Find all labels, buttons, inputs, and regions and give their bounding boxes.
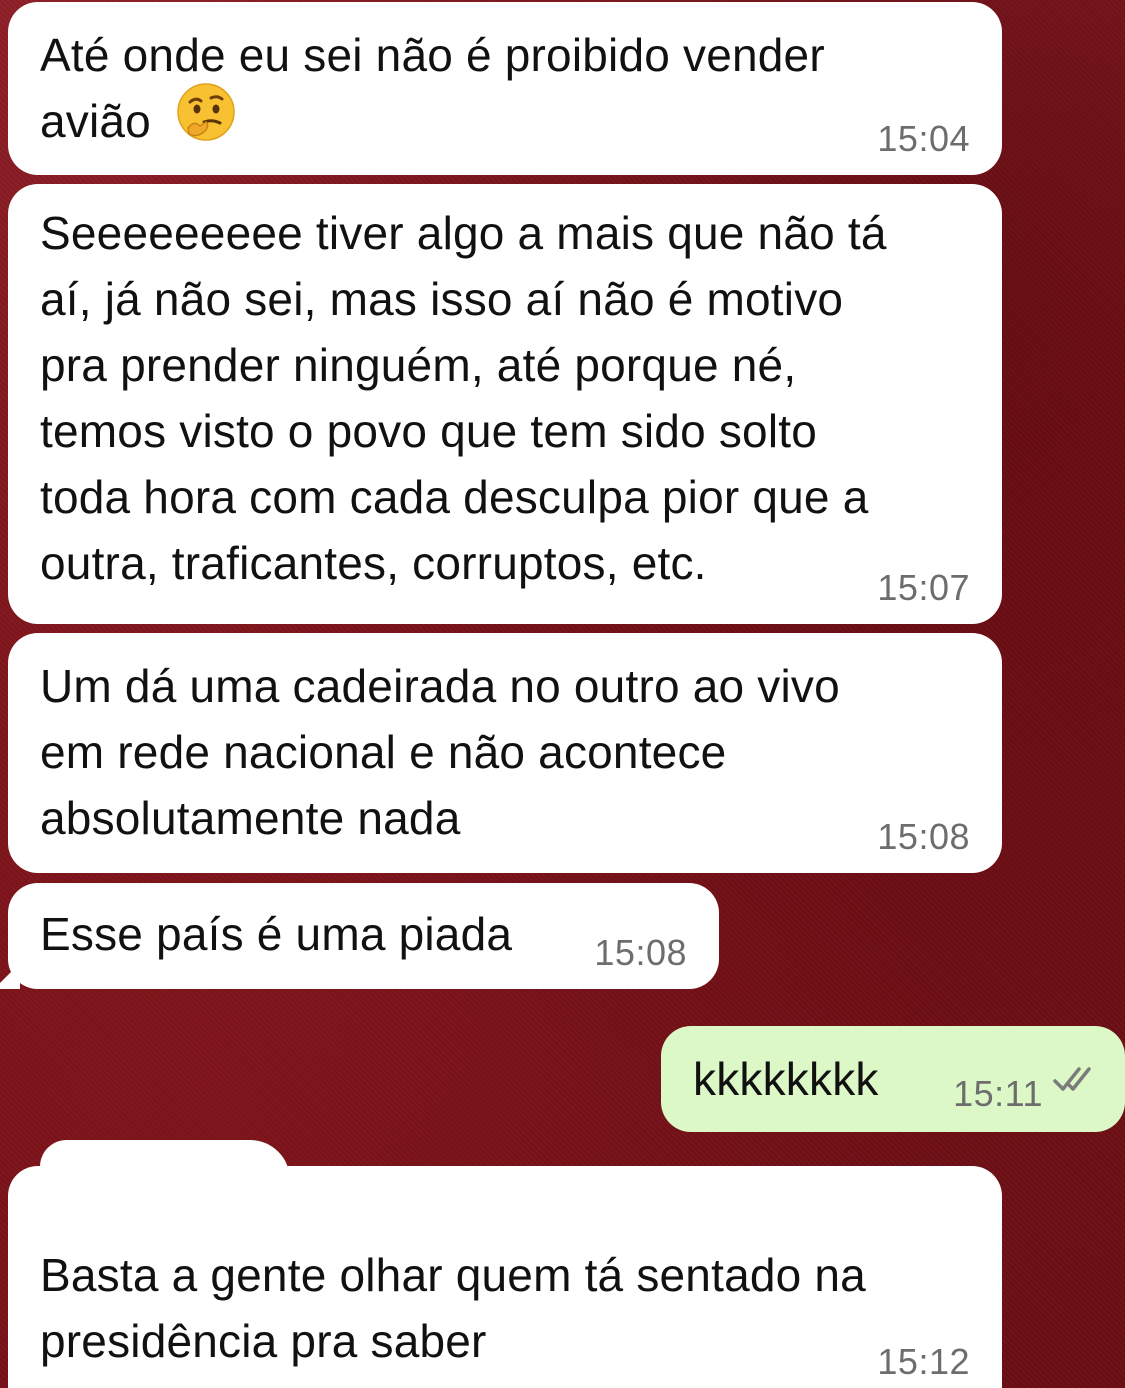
message-text: Esse país é uma piada: [40, 908, 513, 960]
message-timestamp: 15:07: [877, 567, 970, 608]
message-timestamp: 15:04: [877, 118, 970, 159]
message-timestamp: 15:08: [594, 932, 687, 973]
double-check-icon: [1051, 1046, 1099, 1112]
thinking-face-emoji-icon: [176, 82, 236, 159]
message-text: Um dá uma cadeirada no outro ao vivo em …: [40, 660, 840, 844]
message-timestamp: 15:12: [877, 1341, 970, 1382]
incoming-message[interactable]: Um dá uma cadeirada no outro ao vivo em …: [8, 633, 1002, 873]
outgoing-message[interactable]: kkkkkkkk 15:11: [661, 1026, 1125, 1132]
incoming-message[interactable]: Até onde eu sei não é proibido vender av…: [8, 2, 1002, 175]
incoming-message[interactable]: Seeeeeeeee tiver algo a mais que não tá …: [8, 184, 1002, 624]
message-timestamp: 15:08: [877, 816, 970, 857]
incoming-message[interactable]: Basta a gente olhar quem tá sentado na p…: [8, 1166, 1002, 1388]
message-timestamp: 15:11: [953, 1073, 1043, 1114]
message-text: Basta a gente olhar quem tá sentado na p…: [40, 1249, 866, 1367]
incoming-message[interactable]: Esse país é uma piada 15:08: [0, 883, 719, 989]
message-text: Seeeeeeeee tiver algo a mais que não tá …: [40, 207, 887, 589]
message-text: Até onde eu sei não é proibido vender av…: [40, 29, 825, 147]
bubble-tail: [0, 963, 20, 989]
